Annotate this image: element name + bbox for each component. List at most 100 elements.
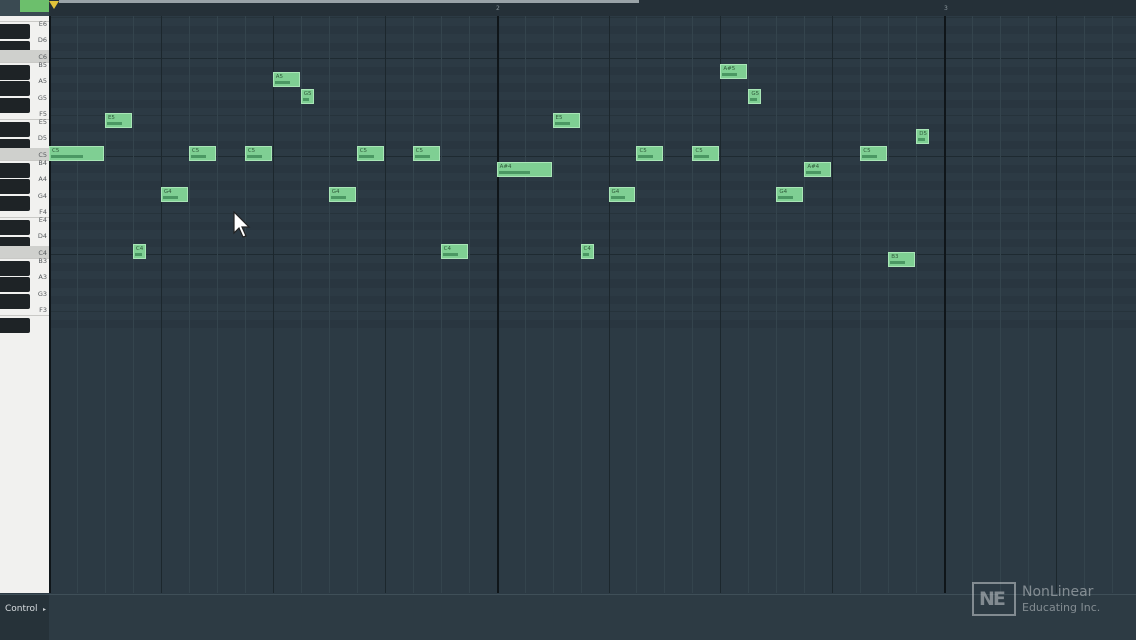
- grid-column-line: [244, 16, 246, 593]
- horizontal-scrollbar[interactable]: [59, 0, 639, 3]
- midi-note[interactable]: C5: [188, 145, 216, 161]
- black-key[interactable]: [0, 195, 30, 211]
- midi-note[interactable]: C5: [49, 145, 104, 161]
- midi-note[interactable]: G5: [300, 88, 314, 104]
- timeline-ruler[interactable]: 2 3: [49, 0, 1136, 17]
- black-key[interactable]: [0, 122, 30, 138]
- black-key[interactable]: [0, 318, 30, 334]
- note-velocity-bar: [442, 252, 458, 256]
- midi-note[interactable]: C4: [440, 243, 468, 259]
- midi-note[interactable]: G5: [748, 88, 762, 104]
- midi-note[interactable]: G4: [160, 186, 188, 202]
- piano-keyboard[interactable]: E6 D6 C6 B5 A5 G5 F5 E5 D5 C5 B4 A4 G4 F4 E4 D4 C4 B3 A3 G3…: [0, 16, 49, 593]
- midi-note[interactable]: C5: [692, 145, 720, 161]
- note-velocity-bar: [806, 171, 822, 175]
- midi-note[interactable]: G4: [608, 186, 636, 202]
- chevron-right-icon[interactable]: ▸: [43, 606, 46, 613]
- black-key[interactable]: [0, 293, 30, 309]
- grid-column-line: [692, 16, 694, 593]
- grid-column-line: [1056, 16, 1058, 593]
- midi-note[interactable]: C5: [356, 145, 384, 161]
- grid-column-line: [384, 16, 386, 593]
- note-label: A5: [275, 74, 284, 81]
- midi-note[interactable]: E5: [552, 113, 580, 129]
- note-label: C4: [135, 245, 144, 252]
- midi-note[interactable]: A#4: [496, 162, 552, 178]
- midi-note[interactable]: D5: [916, 129, 930, 145]
- note-velocity-bar: [722, 73, 738, 77]
- note-label: C5: [695, 147, 703, 154]
- midi-note[interactable]: G4: [328, 186, 356, 202]
- corner-tab[interactable]: [20, 0, 49, 12]
- note-label: A#5: [723, 66, 736, 73]
- note-velocity-bar: [190, 154, 206, 158]
- black-key[interactable]: [0, 277, 30, 293]
- note-velocity-bar: [106, 122, 122, 126]
- note-velocity-bar: [610, 195, 626, 199]
- black-key[interactable]: [0, 163, 30, 179]
- black-key[interactable]: [0, 179, 30, 195]
- note-label: A#4: [499, 164, 512, 171]
- midi-note[interactable]: G4: [776, 186, 804, 202]
- key-label: F3: [39, 305, 47, 314]
- black-key[interactable]: [0, 220, 30, 236]
- key-label: A5: [38, 77, 47, 86]
- white-key-divider: [0, 315, 49, 317]
- midi-note[interactable]: C5: [860, 145, 888, 161]
- note-grid[interactable]: C5 E5 C4 G4 C5 C5 A5 G5 G4 C5 C5 C4 A#4 E5 C4 G4 C5 C5 A#5…: [49, 16, 1136, 593]
- grid-column-line: [524, 16, 526, 593]
- grid-column-line: [916, 16, 918, 593]
- grid-column-line: [1112, 16, 1114, 593]
- note-velocity-bar: [890, 260, 906, 264]
- mouse-cursor-icon: [233, 211, 251, 238]
- key-label: B5: [38, 60, 47, 69]
- key-label: A4: [38, 175, 47, 184]
- playhead-marker-icon[interactable]: [49, 1, 59, 9]
- midi-note[interactable]: C5: [412, 145, 440, 161]
- grid-column-line: [552, 16, 554, 593]
- note-label: C5: [863, 147, 871, 154]
- grid-column-line: [468, 16, 470, 593]
- note-label: A#4: [807, 164, 820, 171]
- grid-column-line: [49, 16, 51, 593]
- grid-column-line: [888, 16, 890, 593]
- midi-note[interactable]: C5: [244, 145, 272, 161]
- note-velocity-bar: [302, 97, 310, 101]
- midi-note[interactable]: E5: [104, 113, 132, 129]
- control-dropdown[interactable]: Control: [5, 604, 38, 614]
- grid-column-line: [272, 16, 274, 593]
- nonlinear-watermark: NE NonLinear Educating Inc.: [972, 582, 1122, 620]
- midi-note[interactable]: A5: [272, 72, 300, 88]
- midi-note[interactable]: B3: [888, 251, 916, 267]
- grid-column-line: [720, 16, 722, 593]
- black-key[interactable]: [0, 261, 30, 277]
- grid-column-line: [356, 16, 358, 593]
- midi-note[interactable]: A#4: [804, 162, 832, 178]
- black-key[interactable]: [0, 97, 30, 113]
- grid-column-line: [860, 16, 862, 593]
- note-label: G4: [163, 188, 172, 195]
- grid-column-line: [132, 16, 134, 593]
- key-label: E5: [38, 118, 47, 127]
- key-label: B4: [38, 158, 47, 167]
- grid-column-line: [804, 16, 806, 593]
- midi-note[interactable]: C5: [636, 145, 664, 161]
- note-velocity-bar: [582, 252, 590, 256]
- black-key[interactable]: [0, 81, 30, 97]
- grid-column-line: [216, 16, 218, 593]
- bar-marker-2: 2: [496, 5, 500, 12]
- note-velocity-bar: [918, 138, 925, 142]
- grid-column-line: [496, 16, 499, 593]
- note-label: G5: [751, 90, 760, 97]
- midi-note[interactable]: C4: [580, 243, 594, 259]
- key-label: E6: [38, 20, 47, 28]
- note-velocity-bar: [414, 154, 430, 158]
- midi-note[interactable]: A#5: [720, 64, 748, 80]
- black-key[interactable]: [0, 24, 30, 40]
- bar-marker-3: 3: [944, 5, 948, 12]
- note-velocity-bar: [162, 195, 178, 199]
- black-key[interactable]: [0, 65, 30, 81]
- midi-note[interactable]: C4: [132, 243, 146, 259]
- note-label: D5: [919, 131, 927, 138]
- event-editor-bar: Control ▸: [0, 594, 1136, 640]
